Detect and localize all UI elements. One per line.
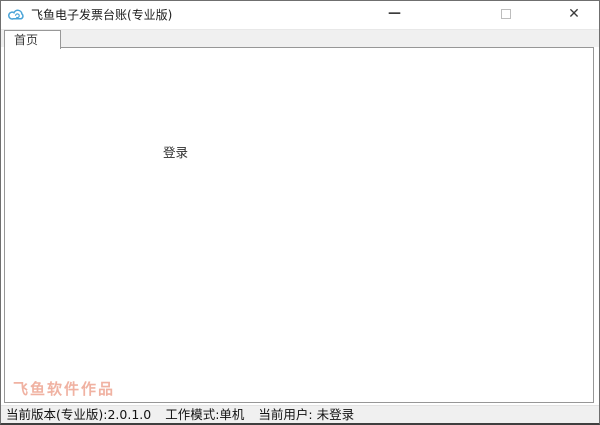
status-version: 当前版本(专业版):2.0.1.0 — [6, 407, 151, 422]
tab-strip: 首页 — [1, 29, 599, 47]
close-button[interactable]: ✕ — [559, 1, 589, 29]
minimize-button[interactable]: — — [379, 1, 409, 29]
status-mode: 工作模式:单机 — [165, 407, 244, 422]
home-panel — [4, 47, 594, 403]
maximize-button[interactable] — [491, 1, 521, 29]
status-bar: 当前版本(专业版):2.0.1.0 工作模式:单机当前用户: 未登录 — [1, 405, 599, 424]
status-user: 当前用户: 未登录 — [258, 407, 354, 422]
titlebar: 飞鱼电子发票台账(专业版) — ✕ — [1, 1, 599, 29]
tab-home[interactable]: 首页 — [4, 30, 61, 49]
brand-watermark: 飞鱼软件作品 — [13, 378, 115, 399]
cloud-app-icon — [8, 6, 26, 24]
maximize-icon — [501, 9, 511, 19]
app-window: 飞鱼电子发票台账(专业版) — ✕ 首页 电子发票查验及报销管理系统 飞鱼电子发… — [0, 0, 600, 425]
window-title: 飞鱼电子发票台账(专业版) — [31, 1, 172, 29]
login-group-label: 登录 — [159, 142, 192, 161]
